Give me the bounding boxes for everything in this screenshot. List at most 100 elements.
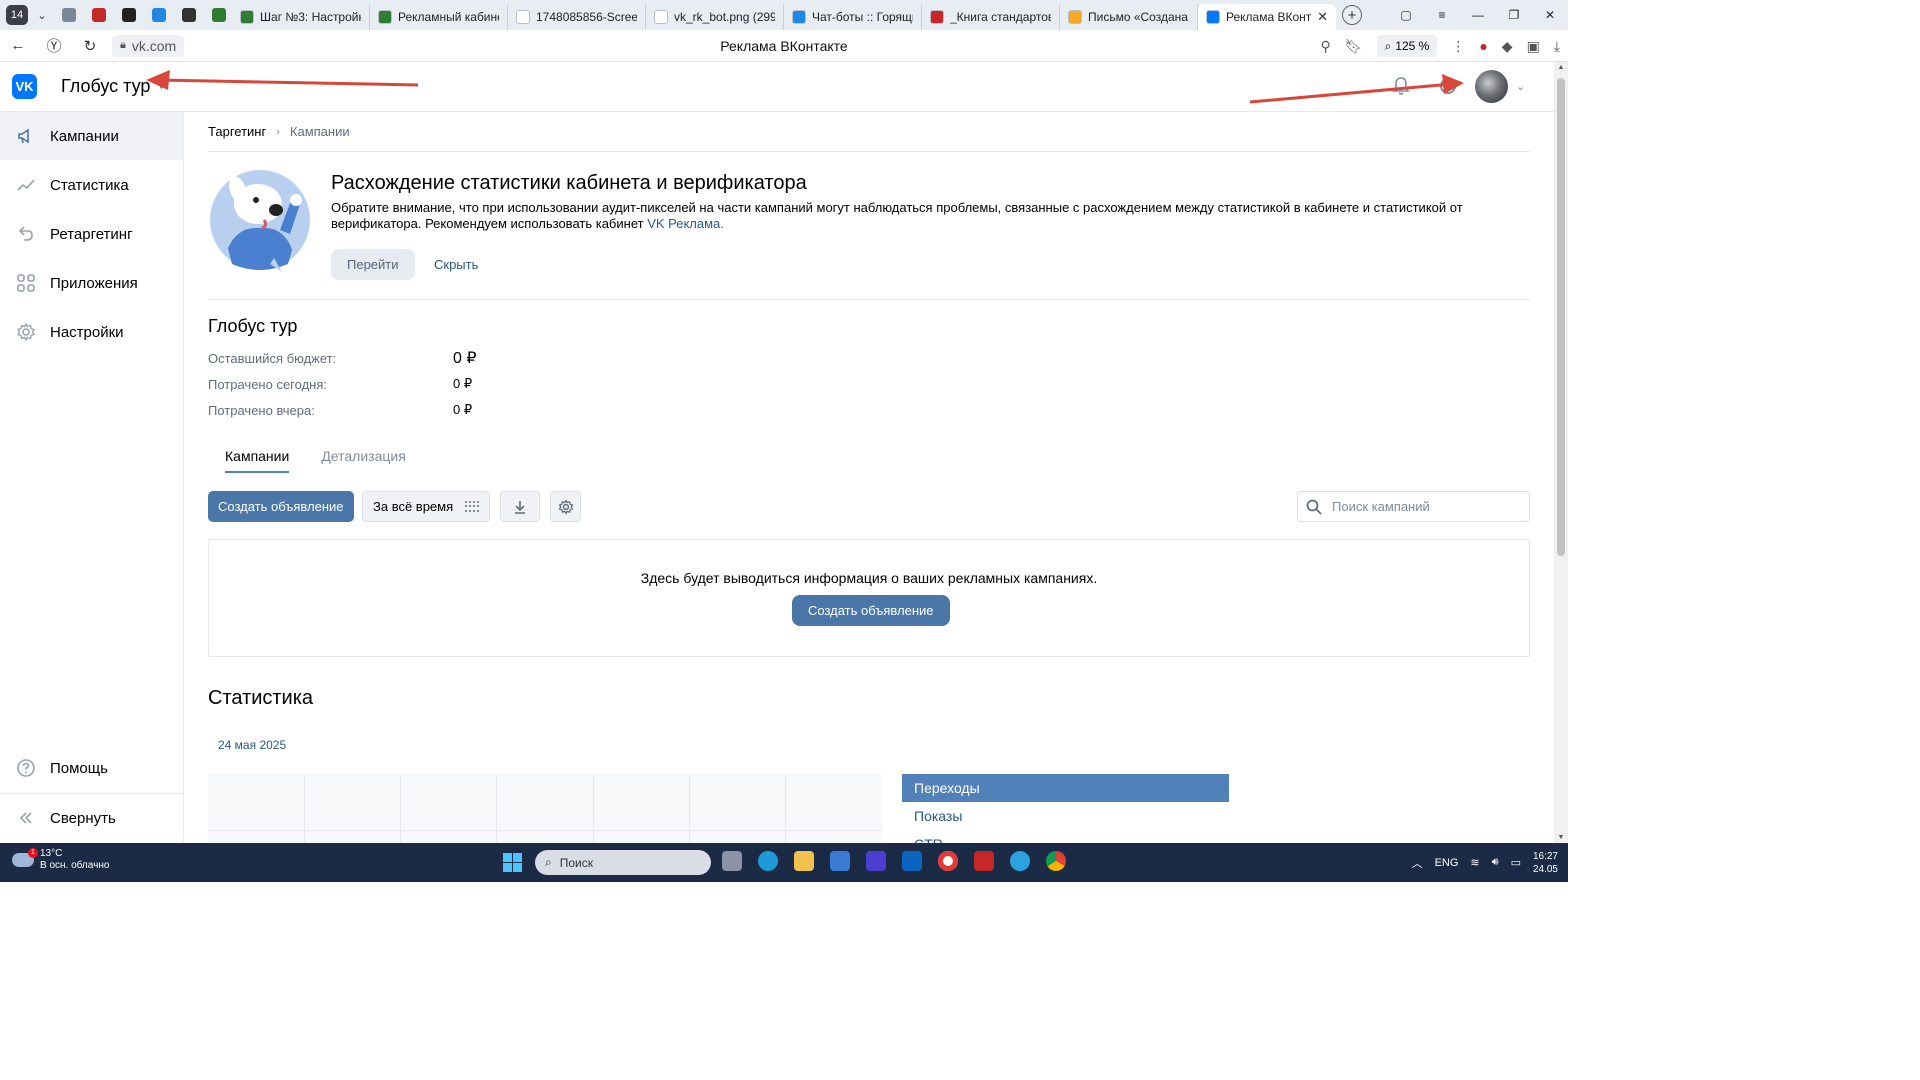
page-scrollbar[interactable]: ▲ ▼: [1554, 62, 1568, 843]
wifi-icon[interactable]: ≋: [1470, 856, 1479, 869]
screenshot-tool-icon[interactable]: [974, 851, 994, 871]
hide-button[interactable]: Скрыть: [434, 249, 478, 280]
grid-line: [208, 830, 882, 831]
browser-tab[interactable]: vk_rk_bot.png (2998: [646, 4, 784, 30]
volume-icon[interactable]: 🔊︎: [1492, 856, 1499, 869]
close-tab-icon[interactable]: ✕: [1317, 9, 1328, 25]
location-icon[interactable]: ⚲: [1321, 38, 1331, 55]
battery-icon[interactable]: ▭: [1511, 856, 1521, 869]
avatar[interactable]: [1475, 70, 1508, 103]
back-button[interactable]: ←: [0, 37, 36, 54]
collections-icon[interactable]: ▢: [1388, 8, 1424, 22]
taskbar-apps: [722, 851, 1066, 871]
clock[interactable]: 16:27 24.05: [1533, 850, 1558, 876]
browser-tab[interactable]: Рекламный кабинет: [370, 4, 508, 30]
yandex-browser-icon[interactable]: [938, 851, 958, 871]
window-controls: ▢ ≡ — ❐ ✕: [1388, 0, 1568, 30]
pinned-tab-1[interactable]: [56, 5, 82, 25]
create-ad-button[interactable]: Создать объявление: [208, 491, 354, 522]
tray-expand-icon[interactable]: ︿: [1412, 855, 1423, 871]
scroll-down-icon[interactable]: ▼: [1554, 834, 1568, 841]
browser-tab[interactable]: Реклама ВКонтак ✕: [1198, 4, 1336, 30]
sidebar-item-statistics[interactable]: Статистика: [0, 161, 183, 209]
tab-label: 1748085856-Screens: [536, 10, 637, 24]
pinned-tab-6[interactable]: [206, 5, 232, 25]
tab-details[interactable]: Детализация: [321, 443, 405, 483]
tab-campaigns[interactable]: Кампании: [225, 443, 290, 483]
store-icon[interactable]: [830, 851, 850, 871]
reload-button[interactable]: ↻: [72, 37, 108, 55]
pinned-tab-3[interactable]: [116, 5, 142, 25]
mascot-dog-illustration: [210, 170, 310, 272]
metric-clicks[interactable]: Переходы: [902, 774, 1229, 802]
scroll-thumb[interactable]: [1557, 78, 1565, 556]
vk-logo[interactable]: VK: [12, 74, 37, 99]
budget-value: 0 ₽: [453, 376, 473, 391]
weather-widget[interactable]: 13°C В осн. облачно: [12, 848, 109, 872]
extension-icon-1[interactable]: ●: [1479, 38, 1487, 54]
tab-list-chevron-icon[interactable]: ⌄: [32, 5, 52, 25]
account-switcher[interactable]: Глобус тур ▼: [61, 76, 166, 97]
settings-button[interactable]: [550, 491, 581, 522]
sidebar-item-label: Ретаргетинг: [50, 225, 133, 243]
browser-tab[interactable]: Письмо «Создана у: [1060, 4, 1198, 30]
sub-tabs: Кампании Детализация: [208, 443, 1530, 483]
scroll-up-icon[interactable]: ▲: [1554, 64, 1568, 71]
menu-icon[interactable]: ≡: [1424, 8, 1460, 22]
new-tab-button[interactable]: +: [1342, 5, 1362, 25]
language-indicator[interactable]: ENG: [1435, 857, 1459, 869]
profile-chevron-icon[interactable]: ⌄: [1516, 80, 1525, 93]
tab-counter[interactable]: 14: [6, 5, 28, 25]
help-circle-icon[interactable]: [1440, 78, 1456, 94]
metric-impressions[interactable]: Показы: [902, 802, 1229, 830]
go-button[interactable]: Перейти: [331, 249, 415, 280]
minimize-button[interactable]: —: [1460, 8, 1496, 22]
sidebar-item-apps[interactable]: Приложения: [0, 259, 183, 307]
explorer-icon[interactable]: [794, 851, 814, 871]
zoom-indicator[interactable]: ⌕ 125 %: [1376, 35, 1438, 57]
sidebar-item-retargeting[interactable]: Ретаргетинг: [0, 210, 183, 258]
windows-start-icon[interactable]: [503, 853, 522, 872]
taskbar-search[interactable]: ⌕ Поиск: [535, 850, 711, 875]
browser-tab[interactable]: _Книга стандартов_: [922, 4, 1060, 30]
campaign-search: [1297, 491, 1530, 522]
browser-tab[interactable]: Шаг №3: Настройка: [232, 4, 370, 30]
statistics-chart-grid: [208, 774, 882, 844]
yandex-home-icon[interactable]: Ⓨ: [36, 35, 72, 56]
chrome-icon[interactable]: [1046, 851, 1066, 871]
period-select[interactable]: За всё время: [362, 491, 491, 522]
vk-ads-link[interactable]: VK Реклама.: [647, 216, 724, 231]
pinned-tab-2[interactable]: [86, 5, 112, 25]
search-input[interactable]: [1332, 499, 1512, 514]
sidebar-item-collapse[interactable]: Свернуть: [0, 794, 183, 842]
more-icon[interactable]: ⋮: [1451, 38, 1465, 55]
browser-tab[interactable]: Чат-боты :: Горящие: [784, 4, 922, 30]
extension-icon-3[interactable]: ▣: [1527, 38, 1540, 55]
close-window-button[interactable]: ✕: [1532, 8, 1568, 22]
download-button[interactable]: [500, 491, 540, 522]
bell-icon[interactable]: [1392, 76, 1410, 96]
system-tray: ︿ ENG ≋ 🔊︎ ▭ 16:27 24.05: [1412, 843, 1568, 882]
sidebar-item-campaigns[interactable]: Кампании: [0, 112, 183, 160]
statistics-date[interactable]: 24 мая 2025: [218, 738, 1530, 752]
outlook-icon[interactable]: [902, 851, 922, 871]
sidebar-item-help[interactable]: Помощь: [0, 744, 183, 792]
browser-tab[interactable]: 1748085856-Screens: [508, 4, 646, 30]
budget-label: Потрачено сегодня:: [208, 376, 327, 392]
task-view-icon[interactable]: [722, 851, 742, 871]
extension-icon-2[interactable]: ◆: [1502, 38, 1513, 55]
sidebar-item-settings[interactable]: Настройки: [0, 308, 183, 356]
restore-button[interactable]: ❐: [1496, 8, 1532, 22]
bookmark-icon[interactable]: 🔖︎: [1345, 38, 1363, 55]
telegram-icon[interactable]: [1010, 851, 1030, 871]
favicon-icon: [930, 10, 944, 24]
breadcrumb-root[interactable]: Таргетинг: [208, 124, 266, 139]
vk-header: VK Глобус тур ▼ ⌄: [0, 62, 1554, 112]
edge-icon[interactable]: [758, 851, 778, 871]
editor-icon[interactable]: [866, 851, 886, 871]
url-field[interactable]: 🔒︎ vk.com: [112, 34, 185, 57]
create-ad-button-empty[interactable]: Создать объявление: [792, 595, 950, 626]
downloads-icon[interactable]: ⤓: [1554, 38, 1560, 55]
pinned-tab-4[interactable]: [146, 5, 172, 25]
pinned-tab-5[interactable]: [176, 5, 202, 25]
